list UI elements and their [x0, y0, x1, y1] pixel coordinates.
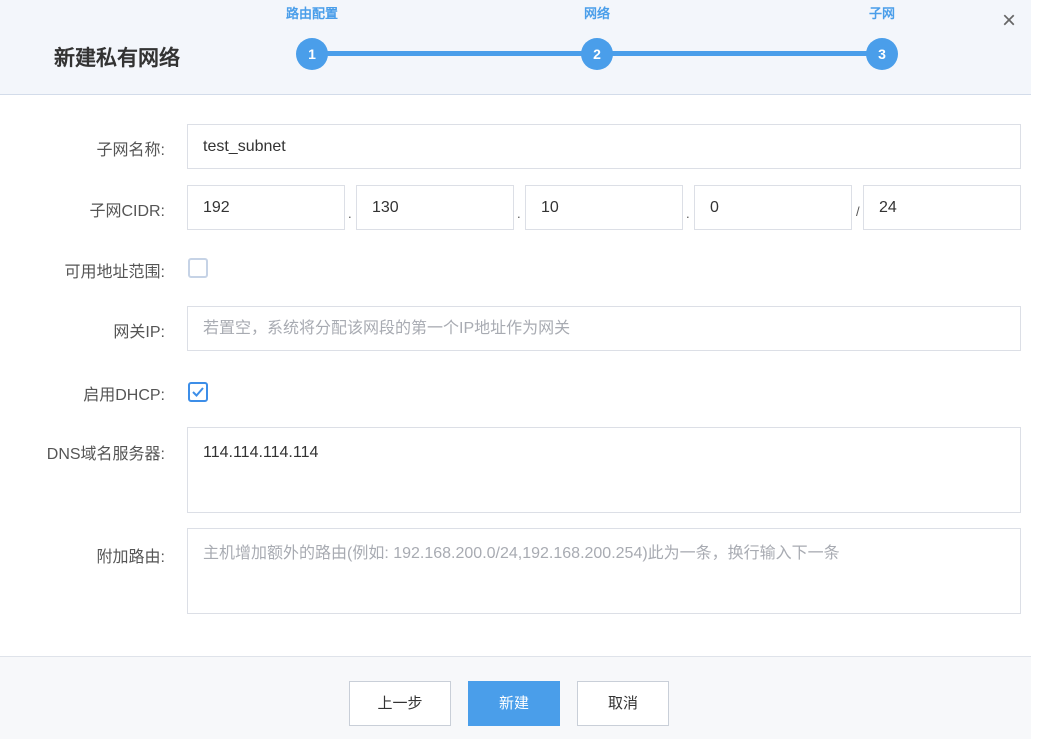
step-label: 路由配置: [285, 6, 338, 21]
cidr-dot: .: [517, 206, 521, 221]
step-label: 网络: [583, 6, 610, 21]
cidr-dot: .: [348, 206, 352, 221]
subnet-name-label: 子网名称:: [96, 142, 165, 159]
subnet-name-input[interactable]: [187, 124, 1021, 169]
dhcp-label: 启用DHCP:: [83, 387, 165, 404]
cidr-label: 子网CIDR:: [89, 203, 165, 220]
cidr-prefix-input[interactable]: [863, 185, 1021, 230]
step-subnet: 子网 3: [842, 0, 922, 70]
dialog-header: 新建私有网络 路由配置 1 网络 2 子网 3 ×: [0, 0, 1031, 95]
cidr-octet-2-input[interactable]: [356, 185, 514, 230]
step-number: 3: [866, 38, 898, 70]
step-number: 1: [296, 38, 328, 70]
create-button[interactable]: 新建: [468, 681, 560, 726]
checkmark-icon: [192, 387, 204, 397]
step-number: 2: [581, 38, 613, 70]
address-range-label: 可用地址范围:: [64, 264, 165, 281]
dialog-title: 新建私有网络: [54, 47, 180, 70]
cidr-octet-3-input[interactable]: [525, 185, 683, 230]
cidr-octet-4-input[interactable]: [694, 185, 852, 230]
dhcp-checkbox[interactable]: [188, 382, 208, 402]
step-label: 子网: [868, 6, 895, 21]
cidr-octet-1-input[interactable]: [187, 185, 345, 230]
dns-textarea[interactable]: 114.114.114.114: [187, 427, 1021, 513]
gateway-input[interactable]: [187, 306, 1021, 351]
dns-label: DNS域名服务器:: [46, 446, 165, 463]
step-route-config: 路由配置 1: [272, 0, 352, 70]
cidr-dot: .: [686, 206, 690, 221]
step-network: 网络 2: [557, 0, 637, 70]
previous-step-button[interactable]: 上一步: [349, 681, 451, 726]
gateway-label: 网关IP:: [113, 324, 165, 341]
address-range-checkbox[interactable]: [188, 258, 208, 278]
cancel-button[interactable]: 取消: [577, 681, 669, 726]
close-icon[interactable]: ×: [996, 8, 1022, 34]
routes-label: 附加路由:: [96, 549, 165, 566]
cidr-slash: /: [856, 204, 860, 219]
dialog-footer: 上一步 新建 取消: [0, 656, 1031, 739]
routes-textarea[interactable]: [187, 528, 1021, 614]
